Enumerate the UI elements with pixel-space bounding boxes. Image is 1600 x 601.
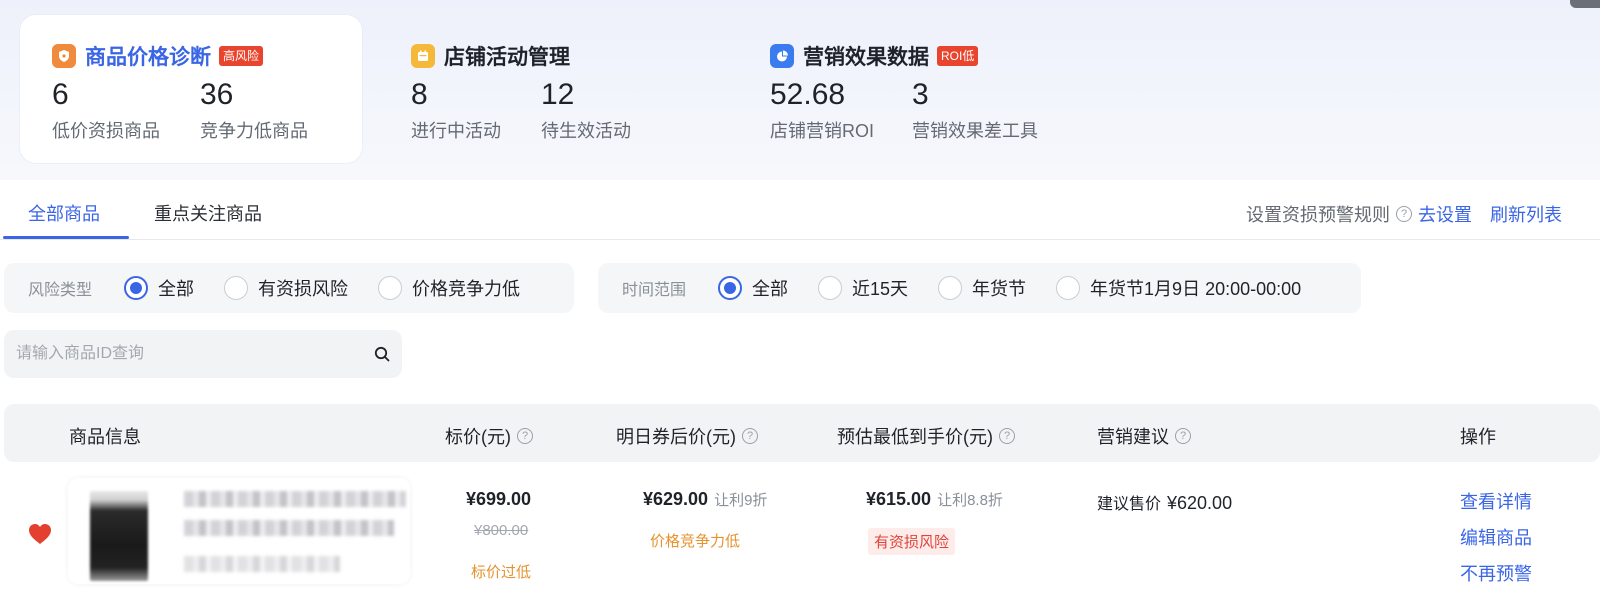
- card-marketing-data[interactable]: 营销效果数据 ROI低 52.68 店铺营销ROI 3 营销效果差工具: [738, 15, 1098, 163]
- active-tab-indicator: [3, 236, 129, 239]
- radio-dot: [124, 276, 149, 300]
- stat-value: 12: [541, 78, 575, 111]
- chart-pie-icon: [770, 44, 794, 68]
- search-input[interactable]: [16, 342, 356, 366]
- table-header: 商品信息 标价(元)? 明日券后价(元)? 预估最低到手价(元)? 营销建议? …: [4, 404, 1600, 462]
- stat-value: 52.68: [770, 78, 846, 111]
- shield-icon: [52, 44, 76, 68]
- radio-risk-loss[interactable]: 有资损风险: [224, 275, 348, 301]
- filter-label: 时间范围: [622, 282, 687, 299]
- lowest-price: ¥615.00 让利8.8折: [866, 489, 1003, 509]
- radio-time-festival-window[interactable]: 年货节1月9日 20:00-00:00: [1056, 275, 1301, 301]
- calendar-icon: [411, 44, 435, 68]
- col-marketing-suggestion: 营销建议?: [1097, 423, 1197, 449]
- loss-risk-badge: 有资损风险: [868, 528, 956, 555]
- radio-dot: [818, 276, 843, 300]
- stat-value: 36: [200, 78, 234, 111]
- list-price: ¥699.00: [466, 489, 532, 509]
- filter-label: 风险类型: [28, 282, 93, 299]
- time-range-filter: 时间范围 全部 近15天 年货节 年货节1月9日 20:00-00:00: [598, 263, 1361, 313]
- heart-icon[interactable]: [28, 523, 52, 545]
- window-corner-mark: [1570, 0, 1600, 8]
- product-thumbnail[interactable]: [90, 491, 148, 581]
- radio-risk-low-competitiveness[interactable]: 价格竞争力低: [378, 275, 520, 301]
- stat-label: 进行中活动: [411, 121, 501, 141]
- card-title: 营销效果数据: [803, 46, 929, 69]
- help-icon[interactable]: ?: [1396, 206, 1412, 222]
- tab-all-products[interactable]: 全部商品: [28, 200, 100, 226]
- col-tomorrow-price: 明日券后价(元)?: [616, 423, 764, 449]
- tab-focus-products[interactable]: 重点关注商品: [154, 200, 262, 226]
- stat-value: 6: [52, 78, 69, 111]
- help-icon[interactable]: ?: [999, 428, 1015, 444]
- tomorrow-discount: 让利9折: [714, 492, 768, 509]
- card-store-activity[interactable]: 店铺活动管理 8 进行中活动 12 待生效活动: [379, 15, 699, 163]
- lowest-discount: 让利8.8折: [937, 492, 1003, 509]
- card-title: 店铺活动管理: [444, 46, 570, 69]
- stat-label: 店铺营销ROI: [770, 121, 875, 141]
- radio-risk-all[interactable]: 全部: [124, 275, 194, 301]
- radio-dot: [224, 276, 249, 300]
- product-id-blurred: [184, 556, 340, 572]
- tomorrow-price: ¥629.00 让利9折: [643, 489, 768, 509]
- radio-dot: [938, 276, 963, 300]
- stat-label: 低价资损商品: [52, 121, 160, 141]
- help-icon[interactable]: ?: [517, 428, 533, 444]
- go-settings-link[interactable]: 去设置: [1418, 201, 1472, 227]
- tabs-bar: 全部商品 重点关注商品 设置资损预警规则 ? 去设置 刷新列表: [0, 182, 1600, 240]
- col-actions: 操作: [1460, 427, 1496, 447]
- help-icon[interactable]: ?: [1175, 428, 1191, 444]
- help-icon[interactable]: ?: [742, 428, 758, 444]
- search-icon[interactable]: [374, 346, 390, 362]
- radio-time-festival[interactable]: 年货节: [938, 275, 1026, 301]
- radio-time-15days[interactable]: 近15天: [818, 275, 908, 301]
- original-price: ¥800.00: [474, 522, 529, 539]
- roi-tag: ROI低: [937, 46, 979, 66]
- competitiveness-warning: 价格竞争力低: [650, 533, 741, 550]
- product-id-search: [4, 330, 402, 378]
- product-title-blurred: [184, 491, 406, 507]
- card-title: 商品价格诊断: [85, 46, 211, 69]
- list-price-warning: 标价过低: [471, 564, 532, 581]
- refresh-list-link[interactable]: 刷新列表: [1490, 201, 1562, 227]
- view-details-link[interactable]: 查看详情: [1460, 488, 1532, 514]
- stat-value: 8: [411, 78, 428, 111]
- edit-product-link[interactable]: 编辑商品: [1460, 524, 1532, 550]
- risk-tag: 高风险: [219, 46, 264, 66]
- card-price-diagnosis[interactable]: 商品价格诊断 高风险 6 低价资损商品 36 竞争力低商品: [20, 15, 362, 163]
- col-product-info: 商品信息: [69, 427, 141, 447]
- loss-rule-label: 设置资损预警规则: [1246, 205, 1390, 225]
- radio-time-all[interactable]: 全部: [718, 275, 788, 301]
- radio-dot: [718, 276, 743, 300]
- col-list-price: 标价(元)?: [445, 423, 539, 449]
- stat-label: 竞争力低商品: [200, 121, 308, 141]
- stop-warning-link[interactable]: 不再预警: [1460, 560, 1532, 586]
- stat-label: 待生效活动: [541, 121, 631, 141]
- summary-area: 商品价格诊断 高风险 6 低价资损商品 36 竞争力低商品 店铺活动管理 8 进行中活…: [0, 0, 1600, 180]
- col-lowest-price: 预估最低到手价(元)?: [837, 423, 1021, 449]
- stat-label: 营销效果差工具: [912, 121, 1038, 141]
- risk-type-filter: 风险类型 全部 有资损风险 价格竞争力低: [4, 263, 574, 313]
- radio-dot: [1056, 276, 1081, 300]
- stat-value: 3: [912, 78, 929, 111]
- product-title-blurred: [184, 520, 394, 536]
- suggested-price: 建议售价 ¥620.00: [1097, 493, 1233, 513]
- radio-dot: [378, 276, 403, 300]
